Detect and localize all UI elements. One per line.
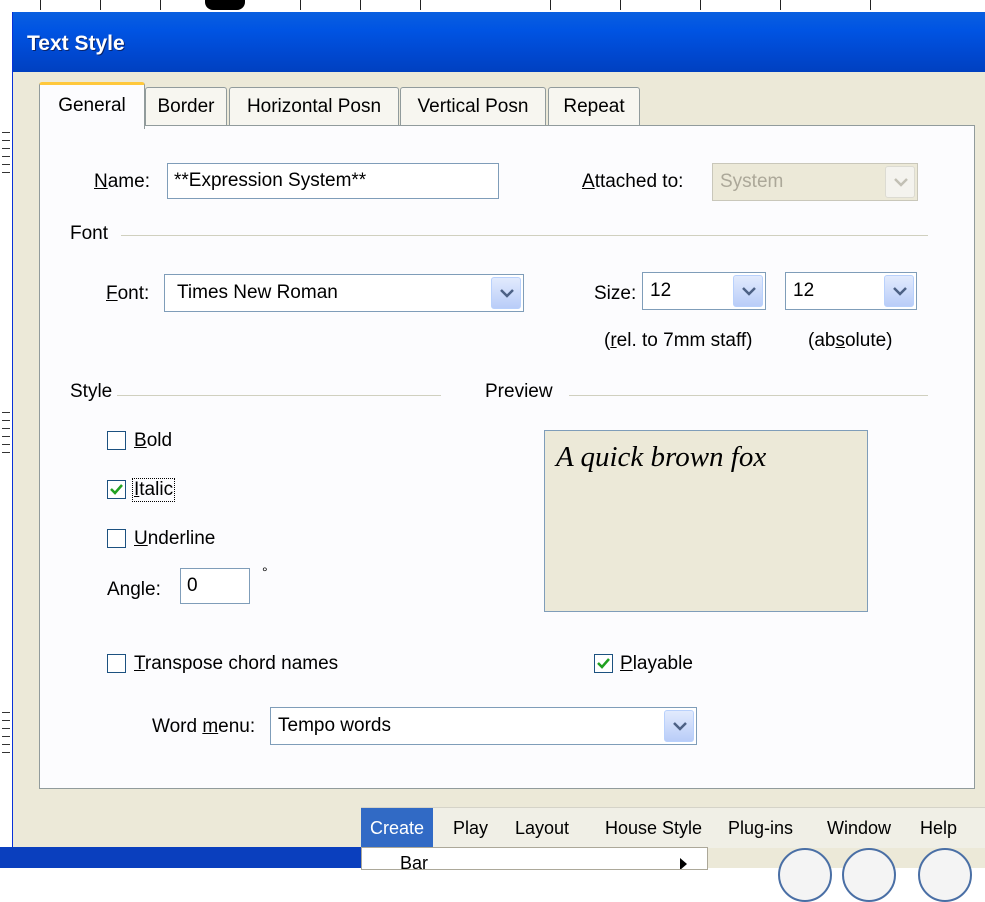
angle-input[interactable]: 0 bbox=[180, 568, 250, 604]
toolbar-round-button[interactable] bbox=[778, 848, 832, 902]
attached-to-label: Attached to: bbox=[582, 171, 684, 192]
menu-layout[interactable]: Layout bbox=[506, 808, 578, 848]
font-label: Font: bbox=[106, 283, 150, 304]
absolute-size-note: (absolute) bbox=[808, 330, 893, 351]
menu-window[interactable]: Window bbox=[818, 808, 900, 848]
chevron-down-icon[interactable] bbox=[733, 275, 763, 307]
transpose-chord-names-label[interactable]: Transpose chord names bbox=[134, 653, 338, 675]
absolute-size-value: 12 bbox=[793, 280, 815, 301]
underline-label[interactable]: Underline bbox=[134, 528, 215, 550]
font-select[interactable]: Times New Roman bbox=[164, 274, 524, 312]
background-staff-lines bbox=[0, 12, 12, 868]
playable-checkbox[interactable] bbox=[594, 654, 613, 673]
name-input[interactable]: **Expression System** bbox=[167, 163, 499, 199]
submenu-arrow-icon bbox=[680, 858, 687, 869]
relative-size-value: 12 bbox=[650, 280, 672, 301]
style-group-title: Style bbox=[70, 381, 113, 402]
font-group-divider bbox=[121, 235, 928, 236]
underline-checkbox[interactable] bbox=[107, 529, 126, 548]
background-ruler bbox=[0, 0, 985, 12]
toolbar-round-button[interactable] bbox=[842, 848, 896, 902]
degree-unit: ° bbox=[262, 564, 268, 580]
preview-box: A quick brown fox bbox=[544, 430, 868, 612]
menu-create[interactable]: Create bbox=[361, 808, 434, 848]
word-menu-value: Tempo words bbox=[278, 715, 391, 736]
absolute-size-select[interactable]: 12 bbox=[785, 272, 917, 310]
word-menu-select[interactable]: Tempo words bbox=[270, 707, 697, 745]
attached-to-select: System bbox=[712, 163, 918, 201]
toolbar-round-button[interactable] bbox=[918, 848, 972, 902]
create-dropdown-menu: Bar bbox=[361, 847, 708, 870]
checkmark-icon bbox=[597, 658, 610, 669]
taskbar-strip bbox=[0, 847, 361, 868]
font-select-value: Times New Roman bbox=[177, 282, 338, 303]
name-label: Name: bbox=[94, 171, 150, 192]
tab-general[interactable]: General bbox=[39, 82, 145, 129]
playable-label[interactable]: Playable bbox=[620, 653, 693, 675]
tab-repeat[interactable]: Repeat bbox=[548, 87, 640, 126]
tab-vertical-posn[interactable]: Vertical Posn bbox=[400, 87, 546, 126]
angle-label: Angle: bbox=[107, 579, 161, 600]
chevron-down-icon[interactable] bbox=[491, 277, 521, 309]
dialog-titlebar[interactable]: Text Style bbox=[13, 12, 985, 72]
word-menu-label: Word menu: bbox=[152, 716, 256, 737]
bold-label[interactable]: Bold bbox=[134, 430, 172, 452]
size-label: Size: bbox=[594, 283, 637, 304]
dialog-title: Text Style bbox=[27, 32, 125, 55]
main-menu-bar: Create Play Layout House Style Plug-ins … bbox=[361, 807, 985, 848]
font-group-title: Font bbox=[70, 223, 109, 244]
relative-size-select[interactable]: 12 bbox=[642, 272, 766, 310]
chevron-down-icon[interactable] bbox=[884, 275, 914, 307]
preview-group-divider bbox=[569, 395, 928, 396]
menu-entry-bar[interactable]: Bar bbox=[400, 853, 428, 869]
chevron-down-icon[interactable] bbox=[664, 710, 694, 742]
chevron-down-icon bbox=[885, 166, 915, 198]
checkmark-icon bbox=[110, 484, 123, 495]
preview-sample-text: A quick brown fox bbox=[556, 441, 767, 473]
italic-checkbox[interactable] bbox=[107, 480, 126, 499]
attached-to-value: System bbox=[720, 171, 784, 192]
menu-house-style[interactable]: House Style bbox=[596, 808, 711, 848]
menu-plug-ins[interactable]: Plug-ins bbox=[719, 808, 802, 848]
menu-play[interactable]: Play bbox=[444, 808, 497, 848]
preview-group-title: Preview bbox=[485, 381, 553, 402]
style-group-divider bbox=[117, 395, 441, 396]
italic-label[interactable]: Italic bbox=[131, 478, 176, 502]
relative-size-note: (rel. to 7mm staff) bbox=[604, 330, 753, 351]
bold-checkbox[interactable] bbox=[107, 431, 126, 450]
tab-border[interactable]: Border bbox=[145, 87, 227, 126]
transpose-chord-names-checkbox[interactable] bbox=[107, 654, 126, 673]
tab-horizontal-posn[interactable]: Horizontal Posn bbox=[229, 87, 399, 126]
menu-help[interactable]: Help bbox=[911, 808, 966, 848]
